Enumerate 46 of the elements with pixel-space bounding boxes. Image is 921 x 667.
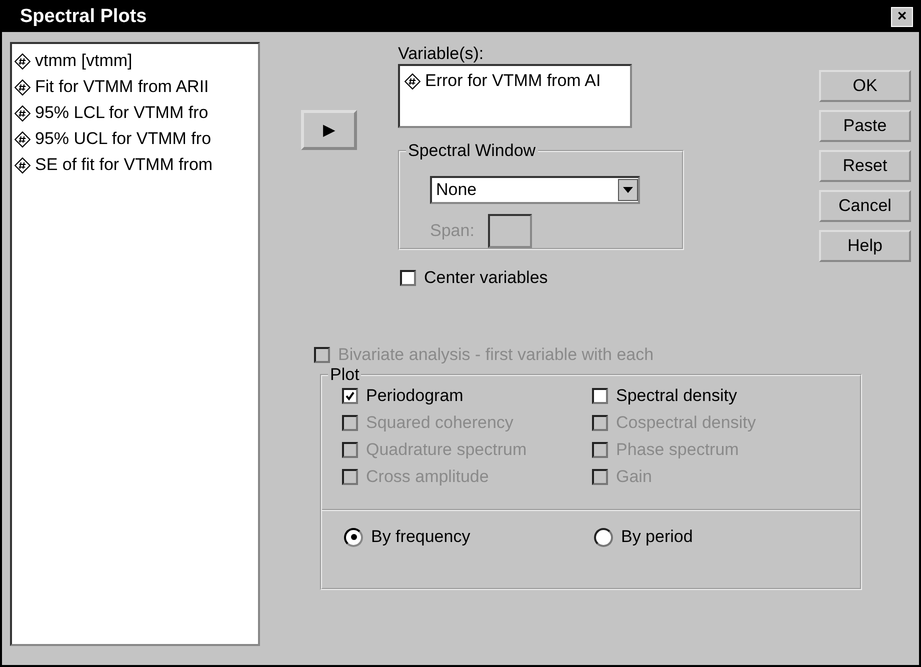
variable-name: SE of fit for VTMM from <box>35 155 213 175</box>
checkmark-icon <box>345 391 355 401</box>
option-label: Gain <box>616 467 652 487</box>
radio-label: By period <box>621 527 693 547</box>
numeric-variable-icon <box>14 78 31 96</box>
variable-name: vtmm [vtmm] <box>35 51 132 71</box>
variable-name: Error for VTMM from AI <box>425 71 601 91</box>
radio-label: By frequency <box>371 527 470 547</box>
option-label: Cross amplitude <box>366 467 489 487</box>
variables-label: Variable(s): <box>398 44 485 64</box>
numeric-variable-icon <box>14 104 31 122</box>
dialog-button[interactable]: Reset <box>819 150 911 182</box>
variable-name: 95% LCL for VTMM fro <box>35 103 208 123</box>
variable-item[interactable]: 95% UCL for VTMM fro <box>14 126 256 152</box>
move-button[interactable]: ▶ <box>301 110 357 150</box>
option-label: Periodogram <box>366 386 464 406</box>
radio-button[interactable] <box>344 528 363 546</box>
group-title: Spectral Window <box>406 141 538 161</box>
variable-name: Fit for VTMM from ARII <box>35 77 209 97</box>
option-label: Spectral density <box>616 386 737 406</box>
variable-item[interactable]: Error for VTMM from AI <box>404 68 626 94</box>
variable-item[interactable]: vtmm [vtmm] <box>14 48 256 74</box>
numeric-variable-icon <box>14 156 31 174</box>
numeric-variable-icon <box>14 130 31 148</box>
option-label: Squared coherency <box>366 413 514 433</box>
variable-item[interactable]: SE of fit for VTMM from <box>14 152 256 178</box>
checkbox-box[interactable] <box>342 388 358 404</box>
dialog-button[interactable]: Cancel <box>819 190 911 222</box>
dialog-button[interactable]: Paste <box>819 110 911 142</box>
option-label: Phase spectrum <box>616 440 739 460</box>
option-label: Cospectral density <box>616 413 756 433</box>
variable-name: 95% UCL for VTMM fro <box>35 129 212 149</box>
window-title: Spectral Plots <box>20 6 147 28</box>
center-variables-checkbox[interactable]: Center variables <box>400 268 698 288</box>
span-label: Span: <box>430 221 474 241</box>
numeric-variable-icon <box>14 52 31 70</box>
radio-button[interactable] <box>594 528 613 546</box>
variable-item[interactable]: 95% LCL for VTMM fro <box>14 100 256 126</box>
window-dropdown[interactable]: None <box>430 176 640 204</box>
option-label: Quadrature spectrum <box>366 440 527 460</box>
close-button[interactable]: × <box>891 7 913 27</box>
dialog-button[interactable]: OK <box>819 70 911 102</box>
numeric-variable-icon <box>404 72 421 90</box>
variable-item[interactable]: Fit for VTMM from ARII <box>14 74 256 100</box>
dialog-button[interactable]: Help <box>819 230 911 262</box>
checkbox-box[interactable] <box>592 388 608 404</box>
